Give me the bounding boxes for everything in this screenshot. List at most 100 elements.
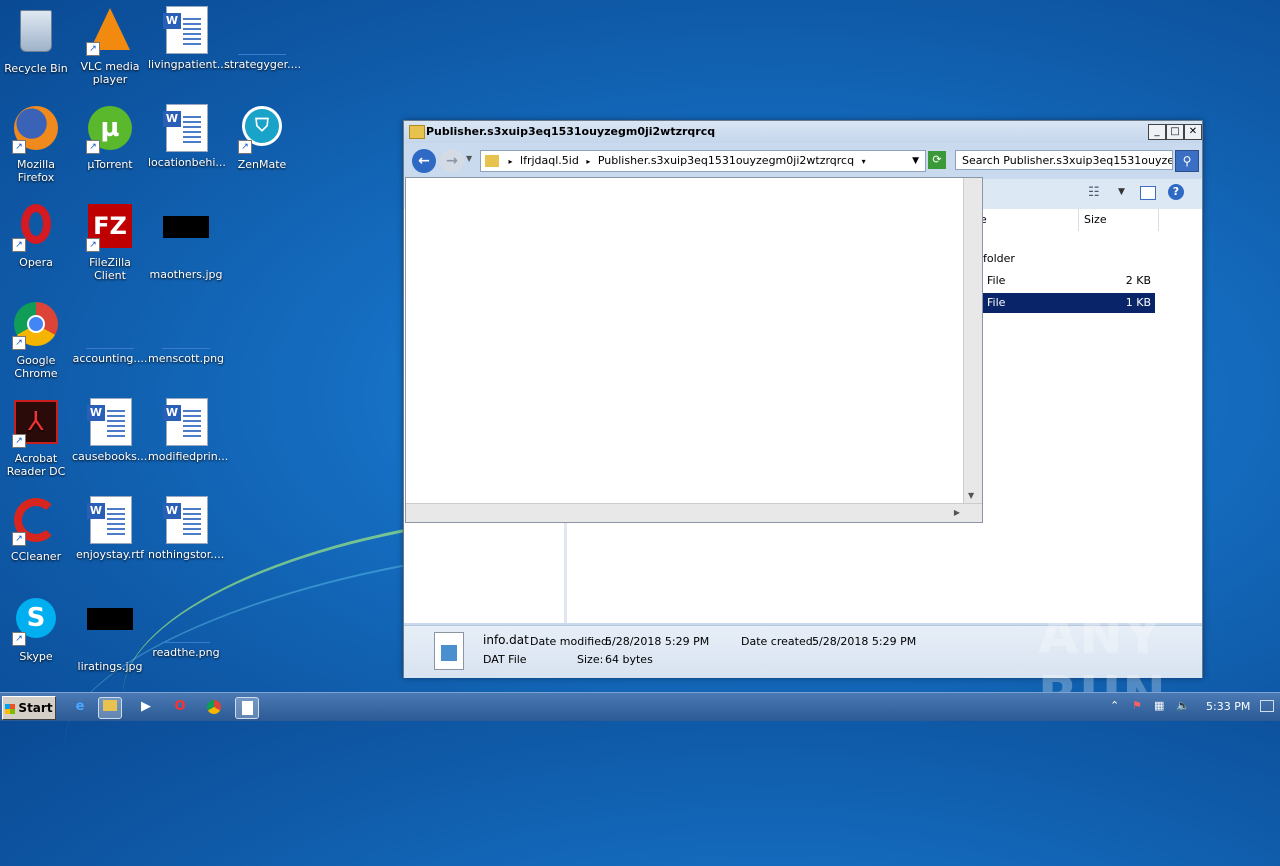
- network-icon[interactable]: ▦: [1154, 699, 1164, 712]
- desktop-icon-opera[interactable]: ↗ Opera: [0, 202, 74, 269]
- desktop-icon-livingpatient[interactable]: W livingpatient....: [148, 6, 231, 71]
- desktop-icon-causebooks[interactable]: W causebooks....: [72, 398, 151, 463]
- chevron-down-icon[interactable]: ▼: [466, 154, 472, 163]
- help-icon[interactable]: ?: [1168, 184, 1184, 200]
- folder-icon: [409, 125, 425, 139]
- chrome-icon[interactable]: [203, 697, 225, 717]
- search-icon[interactable]: ⚲: [1175, 150, 1199, 172]
- list-item-selected[interactable]: File 1 KB: [979, 293, 1155, 313]
- column-header-size[interactable]: Size: [1084, 209, 1159, 231]
- desktop-icon-label: µTorrent: [87, 158, 133, 171]
- details-date-modified: 5/28/2018 5:29 PM: [605, 635, 710, 648]
- details-date-created-label: Date created:: [741, 635, 817, 648]
- minimize-button[interactable]: _: [1148, 124, 1166, 140]
- word-doc-icon: W: [162, 6, 210, 54]
- media-player-icon[interactable]: ▶: [135, 697, 157, 717]
- desktop-icon-label: locationbehi...: [148, 156, 226, 169]
- details-size: 64 bytes: [605, 653, 653, 666]
- desktop-icon-filezilla[interactable]: FZ ↗ FileZilla Client: [72, 202, 148, 282]
- show-hidden-icons-icon[interactable]: ⌃: [1110, 699, 1119, 712]
- desktop-icon-vlc[interactable]: ↗ VLC media player: [72, 6, 148, 86]
- list-item[interactable]: File 2 KB: [979, 271, 1155, 291]
- back-button[interactable]: ←: [412, 149, 436, 173]
- notepad-icon[interactable]: [235, 697, 259, 719]
- desktop-icon-locationbehi[interactable]: W locationbehi...: [148, 104, 226, 169]
- preview-pane-icon[interactable]: [1140, 186, 1156, 200]
- desktop-icon-label: FileZilla Client: [89, 256, 131, 282]
- vlc-icon: ↗: [86, 8, 134, 56]
- desktop-icon-label: menscott.png: [148, 352, 225, 365]
- desktop-icon-maothers[interactable]: maothers.jpg: [148, 202, 224, 281]
- desktop-icon-recycle-bin[interactable]: Recycle Bin: [0, 6, 74, 75]
- view-options-icon[interactable]: ☷: [1088, 185, 1100, 200]
- word-doc-icon: W: [162, 496, 210, 544]
- blank-window-overlay[interactable]: ▼ ▶: [405, 177, 983, 523]
- word-doc-icon: W: [162, 104, 210, 152]
- desktop-icon-strategyger[interactable]: strategyger....: [224, 6, 301, 71]
- desktop-icon-liratings[interactable]: liratings.jpg: [72, 594, 148, 673]
- desktop-icon-ccleaner[interactable]: ↗ CCleaner: [0, 496, 74, 563]
- desktop-icon-zenmate[interactable]: ⛉ ↗ ZenMate: [224, 104, 300, 171]
- utorrent-icon: µ ↗: [86, 106, 134, 154]
- scroll-right-icon[interactable]: ▶: [954, 508, 960, 517]
- title-bar[interactable]: Publisher.s3xuip3eq1531ouyzegm0ji2wtzrqr…: [404, 121, 1202, 143]
- horizontal-scrollbar[interactable]: ▶: [406, 503, 982, 522]
- forward-button[interactable]: →: [440, 149, 464, 173]
- desktop-icon-label: accounting....: [72, 352, 148, 365]
- breadcrumb-separator-icon[interactable]: ▸: [586, 157, 590, 166]
- search-input[interactable]: Search Publisher.s3xuip3eq1531ouyze...: [955, 150, 1173, 170]
- breadcrumb-separator-icon[interactable]: ▾: [862, 157, 866, 166]
- close-button[interactable]: ✕: [1184, 124, 1202, 140]
- desktop-icon-label: livingpatient....: [148, 58, 231, 71]
- maximize-button[interactable]: □: [1166, 124, 1184, 140]
- desktop-icon-readthe[interactable]: readthe.png: [148, 594, 224, 659]
- breadcrumb-item[interactable]: lfrjdaql.5id: [520, 154, 579, 167]
- desktop-icon-modifiedprin[interactable]: W modifiedprin...: [148, 398, 229, 463]
- desktop-icon-accounting[interactable]: accounting....: [72, 300, 148, 365]
- desktop-icon-label: modifiedprin...: [148, 450, 229, 463]
- file-explorer-icon[interactable]: [98, 697, 122, 719]
- desktop-icon-firefox[interactable]: ↗ Mozilla Firefox: [0, 104, 74, 184]
- show-desktop-icon[interactable]: [1260, 700, 1274, 712]
- column-header-name[interactable]: e: [980, 209, 1079, 231]
- desktop-icon-chrome[interactable]: ↗ Google Chrome: [0, 300, 74, 380]
- desktop-icon-label: readthe.png: [152, 646, 220, 659]
- file-size: 2 KB: [1125, 274, 1151, 287]
- action-center-icon[interactable]: ⚑: [1132, 699, 1142, 712]
- view-dropdown-icon[interactable]: ▼: [1118, 187, 1125, 197]
- scroll-down-icon[interactable]: ▼: [968, 491, 974, 500]
- list-item[interactable]: folder: [979, 249, 1155, 269]
- refresh-button[interactable]: ⟳: [928, 151, 946, 169]
- desktop-icon-label: causebooks....: [72, 450, 151, 463]
- word-doc-icon: W: [162, 398, 210, 446]
- desktop-icon-skype[interactable]: S ↗ Skype: [0, 594, 74, 663]
- desktop-icon-utorrent[interactable]: µ ↗ µTorrent: [72, 104, 148, 171]
- internet-explorer-icon[interactable]: e: [69, 697, 91, 717]
- recycle-bin-icon: [12, 10, 60, 58]
- navigation-pane[interactable]: [404, 521, 567, 623]
- address-bar[interactable]: ▸ lfrjdaql.5id ▸ Publisher.s3xuip3eq1531…: [480, 150, 926, 172]
- breadcrumb-separator-icon[interactable]: ▸: [509, 157, 513, 166]
- vertical-scrollbar[interactable]: ▼: [963, 178, 982, 504]
- desktop-icon-acrobat[interactable]: ⅄ ↗ Acrobat Reader DC: [0, 398, 74, 478]
- ccleaner-icon: ↗: [12, 498, 60, 546]
- windows-logo-icon: [5, 703, 16, 714]
- desktop-icon-enjoystay[interactable]: W enjoystay.rtf: [72, 496, 148, 561]
- details-filetype: DAT File: [483, 653, 527, 666]
- desktop-icon-label: CCleaner: [10, 550, 62, 563]
- firefox-icon: ↗: [12, 106, 60, 154]
- file-type: File: [987, 274, 1006, 287]
- desktop-icon-menscott[interactable]: menscott.png: [148, 300, 224, 365]
- details-size-label: Size:: [577, 653, 604, 666]
- desktop-icon-nothingstor[interactable]: W nothingstor....: [148, 496, 224, 561]
- clock[interactable]: 5:33 PM: [1206, 700, 1250, 713]
- volume-icon[interactable]: 🔈: [1176, 699, 1190, 712]
- breadcrumb-item[interactable]: Publisher.s3xuip3eq1531ouyzegm0ji2wtzrqr…: [598, 154, 854, 167]
- start-button[interactable]: Start: [2, 696, 56, 720]
- desktop-icon-label: ZenMate: [237, 158, 287, 171]
- taskbar: Start e ▶ O ⌃ ⚑ ▦ 🔈 5:33 PM: [0, 692, 1280, 721]
- address-dropdown-icon[interactable]: ▼: [912, 151, 919, 171]
- blank-file-icon: [238, 6, 286, 55]
- opera-icon[interactable]: O: [169, 697, 191, 717]
- details-date-modified-label: Date modified:: [530, 635, 612, 648]
